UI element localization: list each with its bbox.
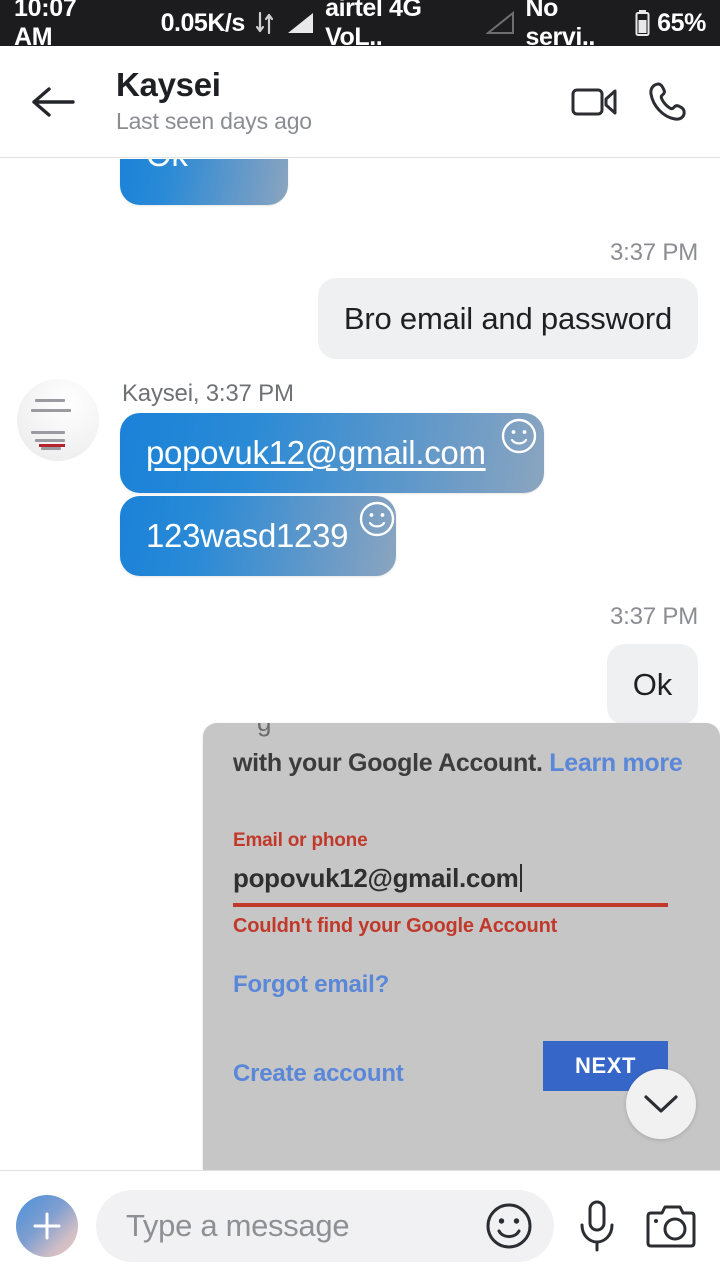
signal-bars-empty-icon <box>486 11 516 35</box>
smiley-reaction-icon[interactable] <box>500 417 538 455</box>
chat-screen: 10:07 AM 0.05K/s airtel 4G VoL.. No serv… <box>0 0 720 1280</box>
message-bubble-incoming-clipped[interactable]: Ok <box>120 159 288 205</box>
battery-percentage: 65% <box>657 8 706 37</box>
carrier-label: airtel 4G VoL.. <box>325 0 422 51</box>
message-bubble-incoming-password[interactable]: 123wasd1239 <box>120 496 396 576</box>
email-error-message: Couldn't find your Google Account <box>233 915 558 937</box>
status-clock: 10:07 AM <box>14 0 77 51</box>
video-call-button[interactable] <box>564 71 626 133</box>
text-caret <box>519 864 522 892</box>
sender-label: Kaysei, 3:37 PM <box>122 380 294 407</box>
sim2-status-label: No servi.. <box>525 0 596 51</box>
email-field-value: popovuk12@gmail.com <box>233 863 522 894</box>
avatar[interactable] <box>17 379 99 461</box>
camera-button[interactable] <box>640 1195 702 1257</box>
message-text: 123wasd1239 <box>146 517 349 554</box>
mic-button[interactable] <box>566 1195 628 1257</box>
message-list[interactable]: Ok 3:37 PM Bro email and password Kaysei… <box>0 159 720 1170</box>
email-field-underline <box>233 903 668 907</box>
smiley-face-icon <box>486 1203 532 1248</box>
microphone-icon <box>580 1200 614 1251</box>
battery-icon <box>634 9 651 37</box>
chevron-down-icon <box>644 1095 678 1113</box>
contact-name: Kaysei <box>116 66 221 104</box>
message-timestamp: 3:37 PM <box>610 603 698 630</box>
forgot-email-link: Forgot email? <box>233 971 390 998</box>
back-arrow-icon <box>32 86 75 117</box>
network-speed-indicator: 0.05K/s <box>160 8 246 37</box>
message-text: Bro email and password <box>343 301 672 336</box>
message-bubble-incoming-email[interactable]: popovuk12@gmail.com <box>120 413 544 493</box>
video-camera-icon <box>571 88 617 115</box>
signal-bars-icon <box>286 11 316 35</box>
header-titles[interactable]: Kaysei Last seen days ago <box>116 66 564 137</box>
message-bubble-outgoing[interactable]: Bro email and password <box>317 278 698 360</box>
message-timestamp: 3:37 PM <box>610 239 698 266</box>
add-attachment-button[interactable] <box>16 1194 78 1257</box>
back-button[interactable] <box>24 73 82 131</box>
email-field-label: Email or phone <box>233 830 368 851</box>
email-field-text: popovuk12@gmail.com <box>233 863 519 893</box>
data-transfer-arrows-icon <box>254 10 276 36</box>
create-account-link: Create account <box>233 1060 404 1087</box>
contact-status: Last seen days ago <box>116 108 312 135</box>
attachment-heading-text: with your Google Account. Learn more <box>233 749 683 778</box>
attachment-heading-lead: with your Google Account. <box>233 749 550 777</box>
message-text: Ok <box>632 667 672 702</box>
message-composer <box>0 1170 720 1280</box>
voice-call-button[interactable] <box>636 71 698 133</box>
learn-more-link: Learn more <box>549 749 683 777</box>
clipped-glyph: g <box>257 723 271 738</box>
message-bubble-outgoing-ok[interactable]: Ok <box>606 644 698 726</box>
scroll-to-bottom-button[interactable] <box>626 1069 696 1139</box>
plus-icon <box>33 1212 61 1239</box>
smiley-reaction-icon[interactable] <box>358 500 396 538</box>
chat-header: Kaysei Last seen days ago <box>0 46 720 158</box>
emoji-button[interactable] <box>482 1199 536 1253</box>
message-input[interactable] <box>126 1207 482 1244</box>
message-input-wrapper[interactable] <box>96 1189 554 1262</box>
camera-icon <box>646 1205 696 1247</box>
phone-icon <box>649 82 686 121</box>
message-text: popovuk12@gmail.com <box>146 434 486 471</box>
message-text: Ok <box>146 159 188 173</box>
status-bar: 10:07 AM 0.05K/s airtel 4G VoL.. No serv… <box>0 0 720 51</box>
